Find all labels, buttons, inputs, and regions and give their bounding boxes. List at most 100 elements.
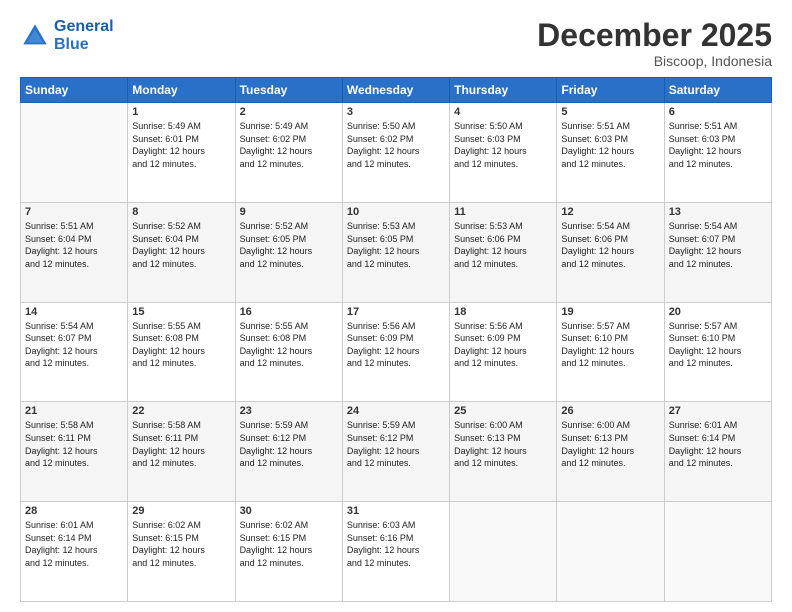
col-sunday: Sunday: [21, 78, 128, 103]
day-info: Sunrise: 5:50 AM Sunset: 6:03 PM Dayligh…: [454, 120, 552, 170]
table-row: 5 Sunrise: 5:51 AM Sunset: 6:03 PM Daylig…: [557, 103, 664, 203]
day-info: Sunrise: 5:49 AM Sunset: 6:02 PM Dayligh…: [240, 120, 338, 170]
table-row: [450, 502, 557, 602]
day-number: 13: [669, 206, 767, 218]
day-info: Sunrise: 5:58 AM Sunset: 6:11 PM Dayligh…: [132, 419, 230, 469]
calendar-page: General Blue December 2025 Biscoop, Indo…: [0, 0, 792, 612]
day-info: Sunrise: 5:57 AM Sunset: 6:10 PM Dayligh…: [561, 320, 659, 370]
table-row: 14Sunrise: 5:54 AM Sunset: 6:07 PM Dayli…: [21, 302, 128, 402]
day-number: 24: [347, 405, 445, 417]
day-info: Sunrise: 5:54 AM Sunset: 6:06 PM Dayligh…: [561, 220, 659, 270]
day-number: 19: [561, 306, 659, 318]
day-info: Sunrise: 5:51 AM Sunset: 6:03 PM Dayligh…: [561, 120, 659, 170]
table-row: 1 Sunrise: 5:49 AM Sunset: 6:01 PM Daylig…: [128, 103, 235, 203]
table-row: [664, 502, 771, 602]
calendar-week-row: 14Sunrise: 5:54 AM Sunset: 6:07 PM Dayli…: [21, 302, 772, 402]
day-number: 25: [454, 405, 552, 417]
day-info: Sunrise: 5:54 AM Sunset: 6:07 PM Dayligh…: [669, 220, 767, 270]
header: General Blue December 2025 Biscoop, Indo…: [20, 18, 772, 69]
day-number: 31: [347, 505, 445, 517]
day-info: Sunrise: 5:56 AM Sunset: 6:09 PM Dayligh…: [454, 320, 552, 370]
day-number: 2: [240, 106, 338, 118]
table-row: 19 Sunrise: 5:57 AM Sunset: 6:10 PM Dayli…: [557, 302, 664, 402]
day-number: 21: [25, 405, 123, 417]
table-row: [21, 103, 128, 203]
day-info: Sunrise: 5:53 AM Sunset: 6:05 PM Dayligh…: [347, 220, 445, 270]
logo-line2: Blue: [54, 36, 89, 53]
day-info: Sunrise: 6:01 AM Sunset: 6:14 PM Dayligh…: [25, 519, 123, 569]
day-info: Sunrise: 5:52 AM Sunset: 6:05 PM Dayligh…: [240, 220, 338, 270]
logo-icon: [20, 21, 50, 51]
table-row: 11Sunrise: 5:53 AM Sunset: 6:06 PM Dayli…: [450, 202, 557, 302]
day-info: Sunrise: 6:00 AM Sunset: 6:13 PM Dayligh…: [561, 419, 659, 469]
day-info: Sunrise: 5:56 AM Sunset: 6:09 PM Dayligh…: [347, 320, 445, 370]
day-info: Sunrise: 5:57 AM Sunset: 6:10 PM Dayligh…: [669, 320, 767, 370]
day-number: 30: [240, 505, 338, 517]
table-row: 20 Sunrise: 5:57 AM Sunset: 6:10 PM Dayli…: [664, 302, 771, 402]
day-number: 6: [669, 106, 767, 118]
calendar-table: Sunday Monday Tuesday Wednesday Thursday…: [20, 77, 772, 602]
table-row: 17Sunrise: 5:56 AM Sunset: 6:09 PM Dayli…: [342, 302, 449, 402]
table-row: 27 Sunrise: 6:01 AM Sunset: 6:14 PM Dayli…: [664, 402, 771, 502]
day-number: 29: [132, 505, 230, 517]
table-row: 30 Sunrise: 6:02 AM Sunset: 6:15 PM Dayli…: [235, 502, 342, 602]
day-number: 18: [454, 306, 552, 318]
table-row: 12 Sunrise: 5:54 AM Sunset: 6:06 PM Dayli…: [557, 202, 664, 302]
calendar-week-row: 7Sunrise: 5:51 AM Sunset: 6:04 PM Daylig…: [21, 202, 772, 302]
day-number: 5: [561, 106, 659, 118]
logo-text: General Blue: [54, 18, 114, 53]
col-saturday: Saturday: [664, 78, 771, 103]
table-row: [557, 502, 664, 602]
day-number: 7: [25, 206, 123, 218]
day-info: Sunrise: 5:51 AM Sunset: 6:03 PM Dayligh…: [669, 120, 767, 170]
table-row: 28 Sunrise: 6:01 AM Sunset: 6:14 PM Dayli…: [21, 502, 128, 602]
table-row: 2 Sunrise: 5:49 AM Sunset: 6:02 PM Daylig…: [235, 103, 342, 203]
table-row: 24Sunrise: 5:59 AM Sunset: 6:12 PM Dayli…: [342, 402, 449, 502]
day-number: 26: [561, 405, 659, 417]
day-info: Sunrise: 5:52 AM Sunset: 6:04 PM Dayligh…: [132, 220, 230, 270]
calendar-week-row: 21 Sunrise: 5:58 AM Sunset: 6:11 PM Dayli…: [21, 402, 772, 502]
day-number: 1: [132, 106, 230, 118]
col-tuesday: Tuesday: [235, 78, 342, 103]
table-row: 9Sunrise: 5:52 AM Sunset: 6:05 PM Daylig…: [235, 202, 342, 302]
table-row: 26 Sunrise: 6:00 AM Sunset: 6:13 PM Dayli…: [557, 402, 664, 502]
day-info: Sunrise: 5:50 AM Sunset: 6:02 PM Dayligh…: [347, 120, 445, 170]
title-block: December 2025 Biscoop, Indonesia: [537, 18, 772, 69]
day-info: Sunrise: 6:02 AM Sunset: 6:15 PM Dayligh…: [132, 519, 230, 569]
calendar-week-row: 28 Sunrise: 6:01 AM Sunset: 6:14 PM Dayli…: [21, 502, 772, 602]
day-info: Sunrise: 5:59 AM Sunset: 6:12 PM Dayligh…: [240, 419, 338, 469]
table-row: 18 Sunrise: 5:56 AM Sunset: 6:09 PM Dayli…: [450, 302, 557, 402]
day-info: Sunrise: 5:55 AM Sunset: 6:08 PM Dayligh…: [240, 320, 338, 370]
day-number: 11: [454, 206, 552, 218]
table-row: 22Sunrise: 5:58 AM Sunset: 6:11 PM Dayli…: [128, 402, 235, 502]
day-number: 8: [132, 206, 230, 218]
day-number: 4: [454, 106, 552, 118]
day-info: Sunrise: 6:01 AM Sunset: 6:14 PM Dayligh…: [669, 419, 767, 469]
location: Biscoop, Indonesia: [537, 53, 772, 69]
table-row: 13 Sunrise: 5:54 AM Sunset: 6:07 PM Dayli…: [664, 202, 771, 302]
day-info: Sunrise: 5:49 AM Sunset: 6:01 PM Dayligh…: [132, 120, 230, 170]
day-number: 28: [25, 505, 123, 517]
table-row: 8 Sunrise: 5:52 AM Sunset: 6:04 PM Daylig…: [128, 202, 235, 302]
table-row: 6 Sunrise: 5:51 AM Sunset: 6:03 PM Daylig…: [664, 103, 771, 203]
day-info: Sunrise: 5:54 AM Sunset: 6:07 PM Dayligh…: [25, 320, 123, 370]
col-wednesday: Wednesday: [342, 78, 449, 103]
table-row: 16Sunrise: 5:55 AM Sunset: 6:08 PM Dayli…: [235, 302, 342, 402]
day-number: 23: [240, 405, 338, 417]
day-number: 12: [561, 206, 659, 218]
table-row: 4 Sunrise: 5:50 AM Sunset: 6:03 PM Daylig…: [450, 103, 557, 203]
col-monday: Monday: [128, 78, 235, 103]
day-number: 27: [669, 405, 767, 417]
col-friday: Friday: [557, 78, 664, 103]
day-number: 20: [669, 306, 767, 318]
day-info: Sunrise: 6:02 AM Sunset: 6:15 PM Dayligh…: [240, 519, 338, 569]
table-row: 3 Sunrise: 5:50 AM Sunset: 6:02 PM Daylig…: [342, 103, 449, 203]
day-number: 3: [347, 106, 445, 118]
day-number: 15: [132, 306, 230, 318]
calendar-week-row: 1 Sunrise: 5:49 AM Sunset: 6:01 PM Daylig…: [21, 103, 772, 203]
month-title: December 2025: [537, 18, 772, 53]
day-info: Sunrise: 5:58 AM Sunset: 6:11 PM Dayligh…: [25, 419, 123, 469]
logo-line1: General: [54, 18, 114, 35]
table-row: 7Sunrise: 5:51 AM Sunset: 6:04 PM Daylig…: [21, 202, 128, 302]
table-row: 29 Sunrise: 6:02 AM Sunset: 6:15 PM Dayli…: [128, 502, 235, 602]
